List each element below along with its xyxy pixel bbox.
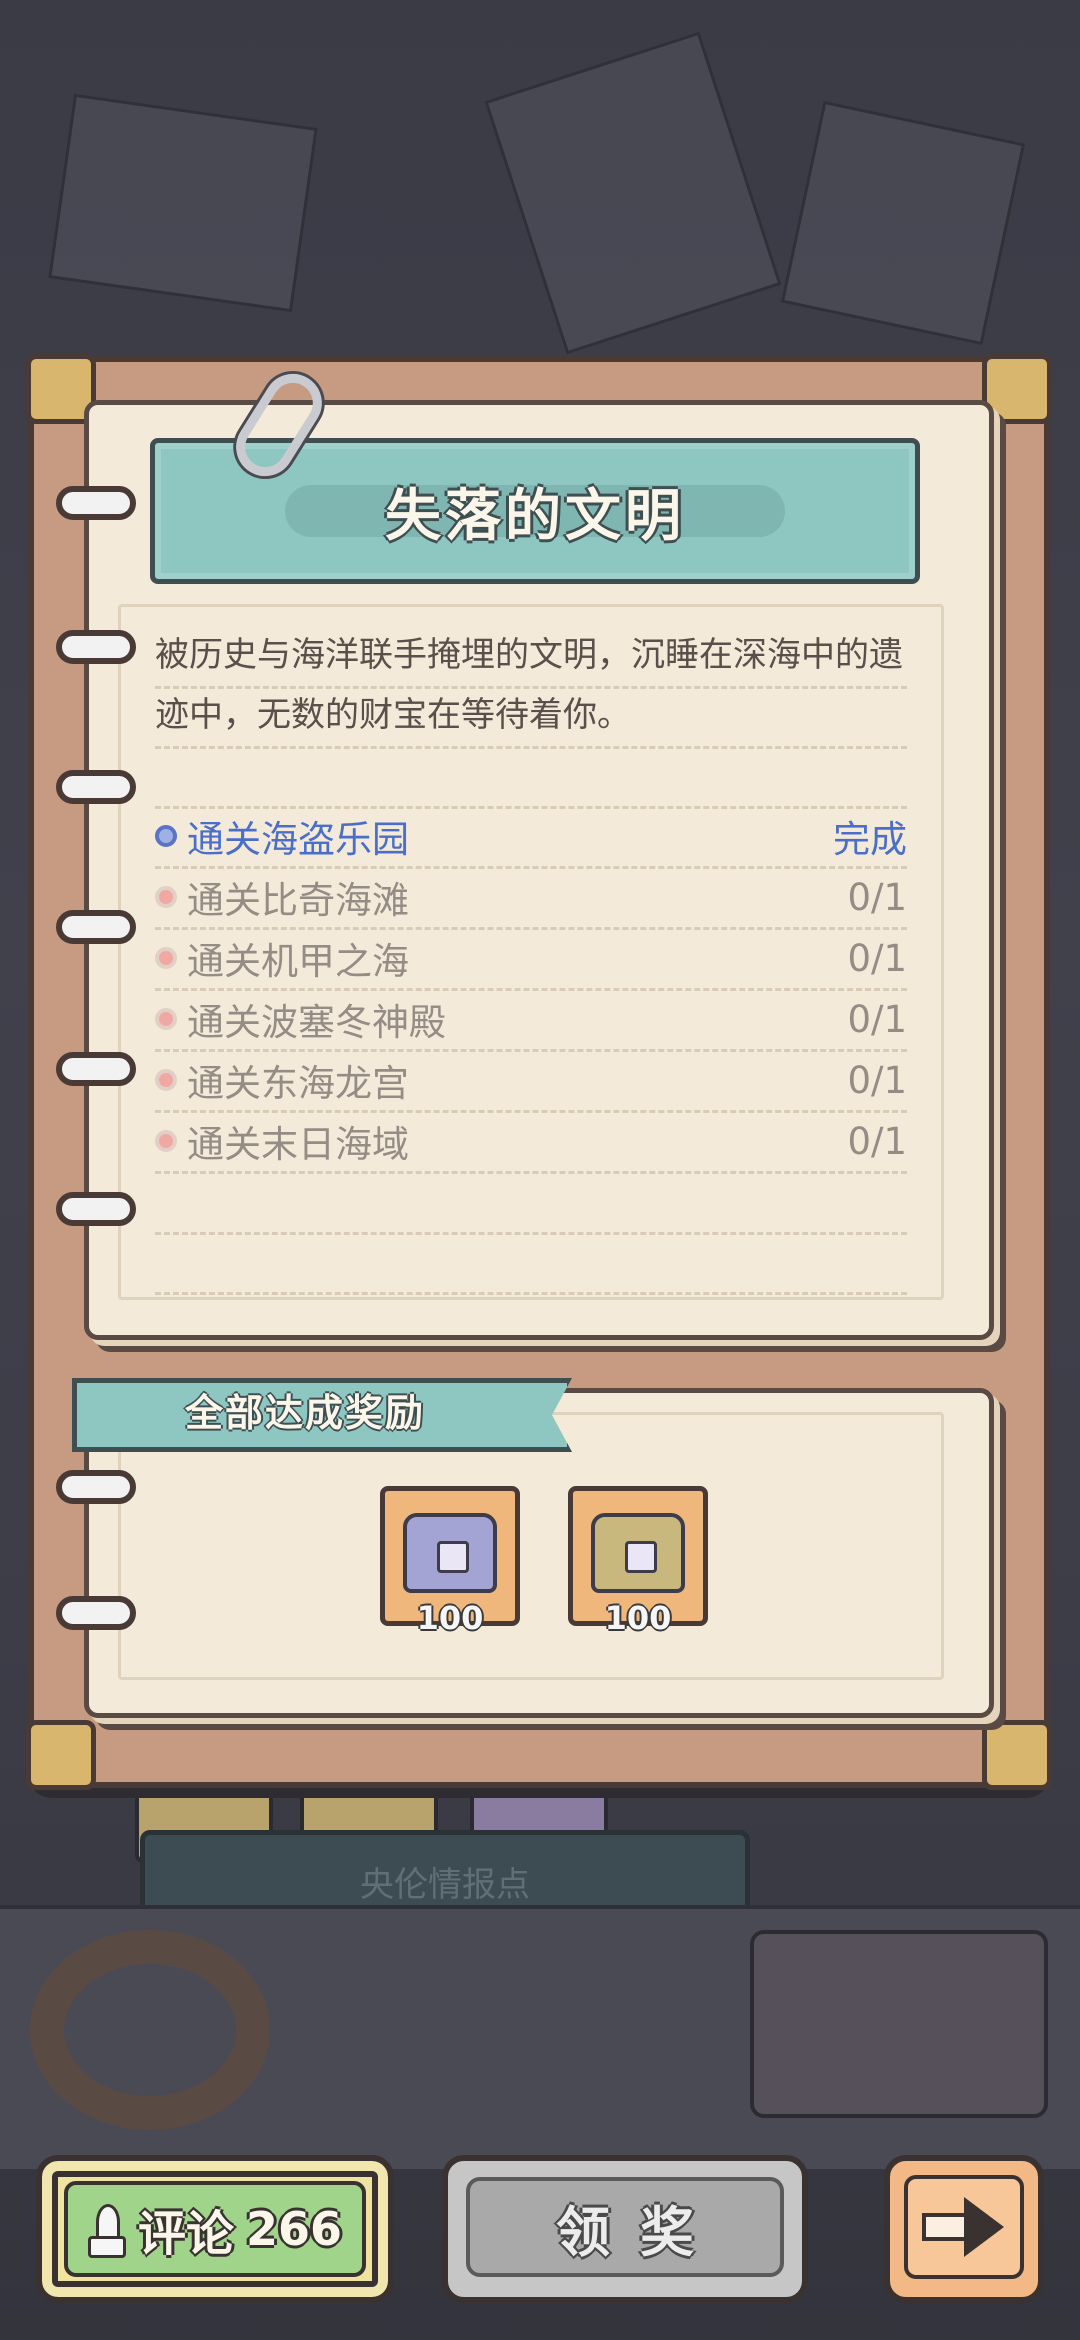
binder-ring xyxy=(56,1470,136,1504)
binder-ring xyxy=(56,1052,136,1086)
background-poster xyxy=(780,100,1026,346)
silver-chest-icon xyxy=(403,1513,497,1593)
binder-ring xyxy=(56,910,136,944)
reward-banner: 全部达成奖励 xyxy=(72,1378,572,1452)
task-name: 通关机甲之海 xyxy=(187,940,409,983)
reward-count: 100 xyxy=(416,1599,484,1637)
claim-reward-button[interactable]: 领奖 xyxy=(442,2155,808,2303)
reward-item[interactable]: 100 xyxy=(568,1486,708,1637)
brass-corner xyxy=(982,1720,1052,1790)
task-name: 通关东海龙宫 xyxy=(187,1062,409,1105)
task-status-dot-icon xyxy=(155,825,177,847)
comment-label: 评论 xyxy=(137,2206,234,2262)
comment-button[interactable]: 评论 266 xyxy=(36,2155,394,2303)
reward-count: 100 xyxy=(604,1599,672,1637)
page-rule xyxy=(155,746,907,749)
task-row: 通关波塞冬神殿 0/1 xyxy=(155,991,907,1047)
task-status: 0/1 xyxy=(847,997,907,1041)
page-rule xyxy=(155,1171,907,1174)
task-status: 0/1 xyxy=(847,1058,907,1102)
brass-corner xyxy=(26,1720,96,1790)
task-name: 通关比奇海滩 xyxy=(187,879,409,922)
reward-page-inner xyxy=(118,1412,944,1680)
comment-button-face: 评论 266 xyxy=(64,2181,366,2277)
binder-ring xyxy=(56,486,136,520)
intel-board-title: 央伦情报点 xyxy=(360,1865,530,1905)
claim-button-face: 领奖 xyxy=(466,2177,784,2277)
background-poster xyxy=(48,93,318,313)
next-button[interactable] xyxy=(884,2155,1044,2303)
page-rule xyxy=(155,1232,907,1235)
page-rule xyxy=(155,1292,907,1295)
reward-item[interactable]: 100 xyxy=(380,1486,520,1637)
gold-chest-icon xyxy=(591,1513,685,1593)
lifebuoy-decoration xyxy=(30,1930,270,2130)
next-button-face xyxy=(904,2175,1024,2279)
quill-icon xyxy=(87,2204,126,2258)
task-status: 完成 xyxy=(833,818,907,861)
page-rule xyxy=(155,686,907,689)
task-row: 通关海盗乐园 完成 xyxy=(155,808,907,864)
comment-count: 266 xyxy=(245,2202,343,2256)
task-status-dot-icon xyxy=(155,1008,177,1030)
task-name: 通关海盗乐园 xyxy=(187,818,409,861)
binder-ring xyxy=(56,630,136,664)
binder-ring xyxy=(56,1596,136,1630)
task-name: 通关末日海域 xyxy=(187,1123,409,1166)
reward-heading: 全部达成奖励 xyxy=(185,1391,426,1435)
task-row: 通关比奇海滩 0/1 xyxy=(155,869,907,925)
task-row: 通关机甲之海 0/1 xyxy=(155,930,907,986)
task-row: 通关东海龙宫 0/1 xyxy=(155,1052,907,1108)
task-status-dot-icon xyxy=(155,1069,177,1091)
task-status-dot-icon xyxy=(155,947,177,969)
binder-ring xyxy=(56,1192,136,1226)
task-status: 0/1 xyxy=(847,875,907,919)
task-status-dot-icon xyxy=(155,1130,177,1152)
task-status: 0/1 xyxy=(847,1119,907,1163)
task-name: 通关波塞冬神殿 xyxy=(187,1001,446,1044)
claim-label: 领奖 xyxy=(556,2200,724,2264)
treasure-chest-decoration xyxy=(750,1930,1048,2118)
arrow-right-icon xyxy=(922,2197,1006,2257)
task-row: 通关末日海域 0/1 xyxy=(155,1113,907,1169)
task-status: 0/1 xyxy=(847,936,907,980)
binder-ring xyxy=(56,770,136,804)
quest-description: 被历史与海洋联手掩埋的文明，沉睡在深海中的遗迹中，无数的财宝在等待着你。 xyxy=(155,635,903,735)
task-status-dot-icon xyxy=(155,886,177,908)
